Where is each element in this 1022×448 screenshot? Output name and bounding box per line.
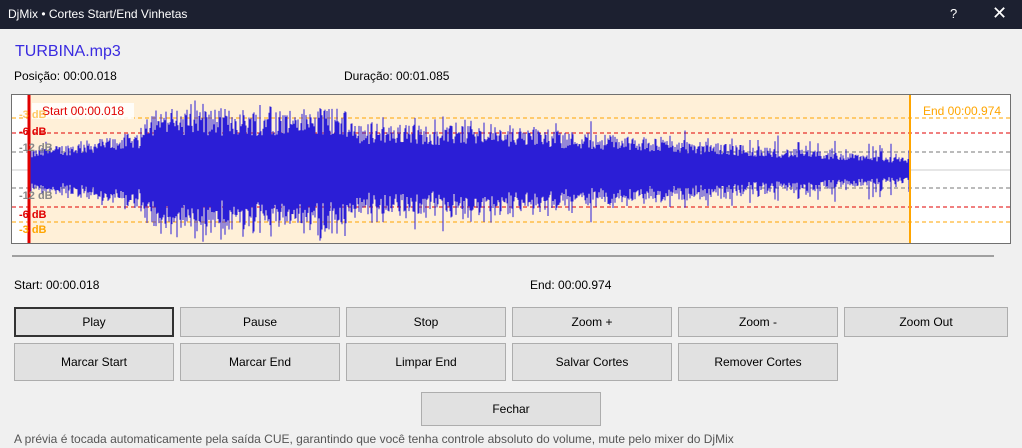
- close-window-button[interactable]: ✕: [992, 3, 1007, 24]
- duration-label: Duração: 00:01.085: [344, 69, 450, 83]
- stop-button[interactable]: Stop: [346, 307, 506, 337]
- db-label: -3 dB: [19, 109, 47, 121]
- zoom-out-full-button[interactable]: Zoom Out: [844, 307, 1008, 337]
- title-bar: DjMix • Cortes Start/End Vinhetas ? ✕: [0, 0, 1022, 29]
- end-marker-label: End 00:00.974: [923, 104, 1002, 118]
- play-button[interactable]: Play: [14, 307, 174, 337]
- file-name: TURBINA.mp3: [15, 43, 121, 60]
- start-marker-label: Start 00:00.018: [32, 103, 135, 119]
- end-time-label: End: 00:00.974: [530, 278, 612, 292]
- seek-bar[interactable]: [12, 255, 994, 257]
- help-button[interactable]: ?: [950, 6, 957, 21]
- db-label: -3 dB: [19, 224, 47, 236]
- db-label: -6 dB: [19, 126, 47, 138]
- zoom-out-step-button[interactable]: Zoom -: [678, 307, 838, 337]
- position-label: Posição: 00:00.018: [14, 69, 117, 83]
- db-label: -12 dB: [19, 142, 53, 154]
- save-cuts-button[interactable]: Salvar Cortes: [512, 343, 672, 381]
- mark-end-button[interactable]: Marcar End: [180, 343, 340, 381]
- remove-cuts-button[interactable]: Remover Cortes: [678, 343, 838, 381]
- zoom-in-button[interactable]: Zoom +: [512, 307, 672, 337]
- start-time-label: Start: 00:00.018: [14, 278, 100, 292]
- close-button[interactable]: Fechar: [421, 392, 601, 426]
- db-label: -6 dB: [19, 209, 47, 221]
- pause-button[interactable]: Pause: [180, 307, 340, 337]
- waveform-view[interactable]: Start 00:00.018 End 00:00.974 -6 dB -12 …: [11, 94, 1011, 244]
- clear-end-button[interactable]: Limpar End: [346, 343, 506, 381]
- footer-note: A prévia é tocada automaticamente pela s…: [14, 432, 734, 446]
- window-title: DjMix • Cortes Start/End Vinhetas: [8, 7, 188, 21]
- mark-start-button[interactable]: Marcar Start: [14, 343, 174, 381]
- db-label: -12 dB: [19, 190, 53, 202]
